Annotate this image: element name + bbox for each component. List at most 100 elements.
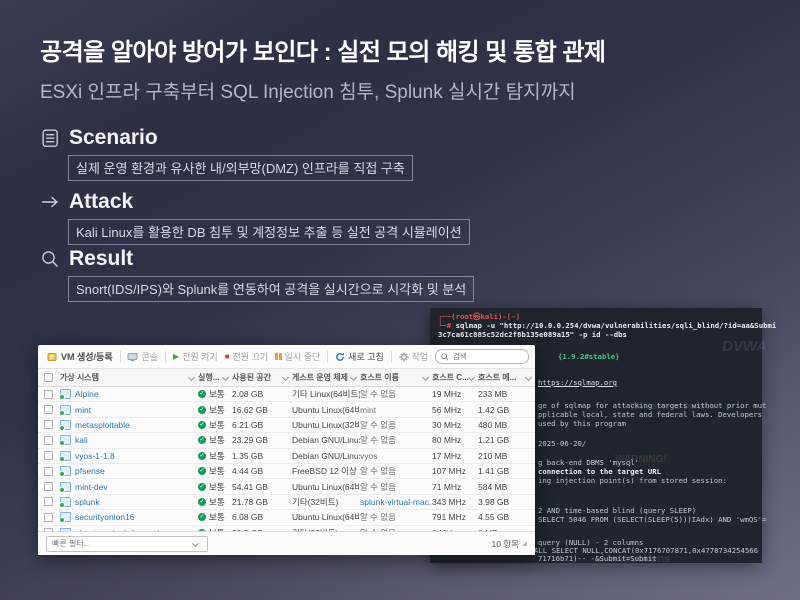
sqlmap-version: {1.9.2#stable}: [558, 352, 620, 361]
terminal-connection-line: connection to the target URL: [538, 467, 661, 476]
row-checkbox[interactable]: [38, 420, 60, 429]
pause-icon: [275, 353, 282, 360]
used-space-cell: 4.44 GB: [232, 466, 292, 476]
table-row[interactable]: Alpine ✓보통 2.08 GB 기타 Linux(64비트) 알 수 없음…: [38, 387, 535, 402]
terminal-command-wrap: 3c7ca61c885c52dc2f8b135e089a15" -p id --…: [438, 330, 627, 339]
row-checkbox[interactable]: [38, 513, 60, 522]
status-cell: ✓보통: [198, 481, 232, 493]
vm-name-link[interactable]: pfsense: [75, 466, 105, 476]
search-icon: [441, 353, 448, 361]
status-ok-icon: ✓: [198, 421, 206, 429]
used-space-cell: 6.21 GB: [232, 420, 292, 430]
table-row[interactable]: securityonion16 ✓보통 6.08 GB Ubuntu Linux…: [38, 510, 535, 525]
status-cell: ✓보통: [198, 450, 232, 462]
vm-name-link[interactable]: splunk: [75, 497, 100, 507]
actions-button[interactable]: 작업: [399, 350, 429, 363]
guest-os-cell: Ubuntu Linux(64비...: [292, 511, 360, 523]
row-checkbox[interactable]: [38, 436, 60, 445]
status-ok-icon: ✓: [198, 406, 206, 414]
refresh-icon: [335, 352, 345, 362]
power-on-button[interactable]: ▶ 전원 켜기: [173, 350, 218, 363]
host-mem-cell: 4.55 GB: [478, 512, 535, 522]
status-cell: ✓보통: [198, 511, 232, 523]
host-mem-cell: 1.41 GB: [478, 466, 535, 476]
vm-name-link[interactable]: mint: [75, 405, 91, 415]
table-row[interactable]: metasploitable ✓보통 6.21 GB Ubuntu Linux(…: [38, 418, 535, 433]
host-cpu-cell: 56 MHz: [432, 405, 478, 415]
vm-name-link[interactable]: vyos-1-1.8: [75, 451, 115, 461]
console-button[interactable]: 콘솔: [127, 350, 158, 363]
chevron-down-icon: [192, 540, 199, 547]
sqlmap-url-link[interactable]: https://sqlmap.org: [538, 378, 617, 387]
chevron-down-icon: [468, 374, 475, 381]
vm-icon: [60, 389, 71, 399]
row-checkbox[interactable]: [38, 451, 60, 460]
row-checkbox[interactable]: [38, 497, 60, 506]
vm-name-link[interactable]: kali: [75, 435, 88, 445]
host-mem-cell: 1.21 GB: [478, 435, 535, 445]
vm-name-link[interactable]: securityonion16: [75, 512, 135, 522]
section-description: Snort(IDS/IPS)와 Splunk를 연동하여 공격을 실시간으로 시…: [68, 276, 474, 302]
terminal-union-line: 71716b71)-- -&Submit=Submit: [538, 554, 657, 563]
host-name-cell: vyos: [360, 451, 432, 461]
section-result: Result Snort(IDS/IPS)와 Splunk를 연동하여 공격을 …: [40, 247, 474, 302]
play-icon: ▶: [173, 353, 179, 361]
column-status[interactable]: 실행...: [198, 372, 232, 383]
column-vm-name[interactable]: 가상 시스템: [60, 372, 198, 383]
guest-os-cell: 기타(32비트): [292, 496, 360, 508]
vm-search-box[interactable]: [435, 349, 529, 364]
host-cpu-cell: 343 MHz: [432, 497, 478, 507]
section-scenario: Scenario 실제 운영 환경과 유사한 내/외부망(DMZ) 인프라를 직…: [40, 126, 413, 181]
resize-handle[interactable]: [522, 541, 527, 546]
table-row[interactable]: splunk ✓보통 21.78 GB 기타(32비트) splunk-virt…: [38, 495, 535, 510]
host-name-cell: 알 수 없음: [360, 511, 432, 523]
used-space-cell: 23.29 GB: [232, 435, 292, 445]
terminal-session-line: ing injection point(s) from stored sessi…: [538, 476, 727, 485]
column-guest-os[interactable]: 게스트 운영 체제: [292, 372, 360, 383]
row-checkbox[interactable]: [38, 405, 60, 414]
used-space-cell: 21.78 GB: [232, 497, 292, 507]
column-used-space[interactable]: 사용된 공간: [232, 372, 292, 383]
quick-filter-select[interactable]: 빠른 필터...: [46, 536, 208, 552]
table-row[interactable]: pfsense ✓보통 4.44 GB FreeBSD 12 이상 ... 알 …: [38, 464, 535, 479]
status-ok-icon: ✓: [198, 452, 206, 460]
table-row[interactable]: vyos-1-1.8 ✓보통 1.35 GB Debian GNU/Linux.…: [38, 449, 535, 464]
table-row[interactable]: mint ✓보통 16.62 GB Ubuntu Linux(64비... mi…: [38, 402, 535, 417]
suspend-button[interactable]: 일시 중단: [275, 350, 320, 363]
chevron-down-icon: [188, 374, 195, 381]
status-cell: ✓보통: [198, 404, 232, 416]
vm-create-button[interactable]: VM 생성/등록: [47, 350, 113, 363]
vm-icon: [60, 512, 71, 522]
table-row[interactable]: kali ✓보통 23.29 GB Debian GNU/Linux... 알 …: [38, 433, 535, 448]
column-host-cpu[interactable]: 호스트 C...: [432, 372, 478, 383]
host-mem-cell: 1.42 GB: [478, 405, 535, 415]
vm-toolbar: VM 생성/등록 콘솔 ▶ 전원 켜기 ■ 전원 끄기 일시 중단: [38, 345, 535, 369]
vm-name-link[interactable]: metasploitable: [75, 420, 130, 430]
column-host-mem[interactable]: 호스트 메...: [478, 372, 535, 383]
status-cell: ✓보통: [198, 496, 232, 508]
power-off-button[interactable]: ■ 전원 끄기: [225, 350, 268, 363]
vm-name-link[interactable]: Alpine: [75, 389, 99, 399]
vm-name-link[interactable]: mint-dev: [75, 482, 108, 492]
vm-icon: [60, 420, 71, 430]
terminal-start-time: 2025-06-20/: [538, 439, 586, 448]
vm-icon: [60, 497, 71, 507]
host-mem-cell: 210 MB: [478, 451, 535, 461]
table-row[interactable]: mint-dev ✓보통 54.41 GB Ubuntu Linux(64비..…: [38, 479, 535, 494]
row-checkbox[interactable]: [38, 482, 60, 491]
row-checkbox[interactable]: [38, 390, 60, 399]
arrow-right-icon: [40, 195, 60, 209]
host-name-cell: 알 수 없음: [360, 419, 432, 431]
used-space-cell: 54.41 GB: [232, 482, 292, 492]
refresh-button[interactable]: 새로 고침: [335, 350, 384, 363]
vm-icon: [60, 482, 71, 492]
terminal-disclaimer: pplicable local, state and federal laws.…: [538, 410, 762, 419]
chevron-down-icon: [222, 374, 229, 381]
column-host-name[interactable]: 호스트 이름: [360, 372, 432, 383]
page-subtitle: ESXi 인프라 구축부터 SQL Injection 침투, Splunk 실…: [40, 77, 576, 104]
search-input[interactable]: [451, 351, 523, 362]
row-checkbox[interactable]: [38, 467, 60, 476]
header-checkbox[interactable]: [38, 373, 60, 382]
status-ok-icon: ✓: [198, 467, 206, 475]
used-space-cell: 1.35 GB: [232, 451, 292, 461]
